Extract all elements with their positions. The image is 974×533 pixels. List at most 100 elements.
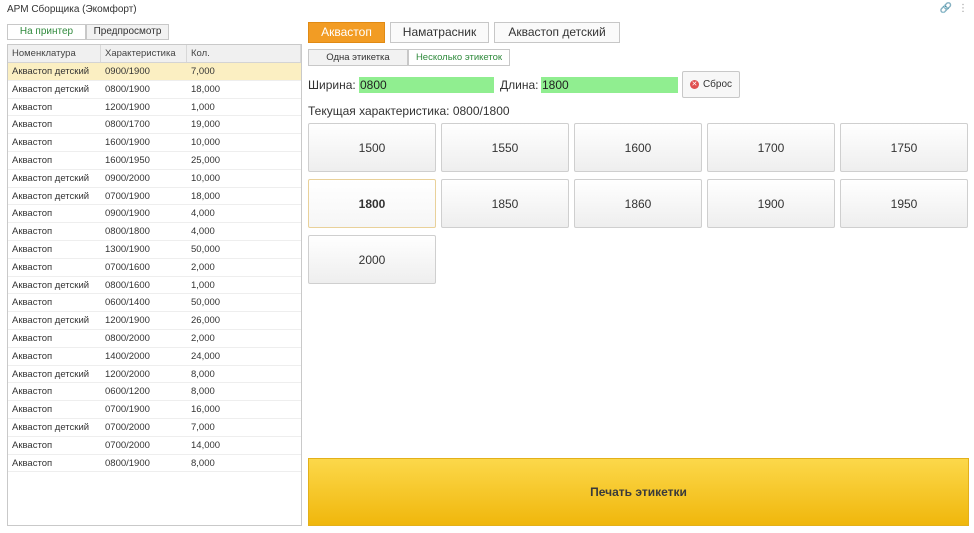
cell-quantity: 50,000 — [191, 297, 221, 309]
column-header-characteristic[interactable]: Характеристика — [101, 45, 187, 62]
table-row[interactable]: Аквастоп 1600/1900 10,000 — [8, 134, 301, 152]
tab-akvastop[interactable]: Аквастоп — [308, 22, 385, 43]
cell-characteristic: 0900/1900 — [105, 208, 150, 220]
size-button-1850[interactable]: 1850 — [441, 179, 569, 228]
close-circle-icon: ✕ — [689, 80, 699, 89]
cell-item: Аквастоп детский — [12, 279, 90, 291]
cell-item: Аквастоп — [12, 101, 53, 113]
cell-quantity: 2,000 — [191, 332, 215, 344]
cell-characteristic: 1200/1900 — [105, 315, 150, 327]
column-header-quantity[interactable]: Кол. — [187, 45, 301, 62]
print-label-button[interactable]: Печать этикетки — [308, 458, 969, 526]
size-button-1860[interactable]: 1860 — [574, 179, 702, 228]
cell-item: Аквастоп — [12, 332, 53, 344]
size-button-1900[interactable]: 1900 — [707, 179, 835, 228]
table-row[interactable]: Аквастоп 0900/1900 4,000 — [8, 205, 301, 224]
size-button-1600[interactable]: 1600 — [574, 123, 702, 172]
cell-characteristic: 0800/2000 — [105, 332, 150, 344]
table-row[interactable]: Аквастоп 0800/1900 8,000 — [8, 455, 301, 473]
size-button-2000[interactable]: 2000 — [308, 235, 436, 284]
cell-quantity: 26,000 — [191, 315, 221, 327]
cell-characteristic: 0700/1600 — [105, 261, 150, 273]
table-row[interactable]: Аквастоп 0700/2000 14,000 — [8, 437, 301, 455]
cell-quantity: 4,000 — [191, 226, 215, 238]
table-row[interactable]: Аквастоп детский 1200/1900 26,000 — [8, 312, 301, 330]
cell-item: Аквастоп детский — [12, 315, 90, 327]
cell-item: Аквастоп — [12, 208, 53, 220]
cell-item: Аквастоп — [12, 457, 53, 469]
cell-quantity: 25,000 — [191, 154, 221, 166]
cell-characteristic: 1600/1900 — [105, 137, 150, 149]
tab-namatrasnik[interactable]: Наматрасник — [390, 22, 489, 43]
cell-item: Аквастоп детский — [12, 190, 90, 202]
cell-item: Аквастоп — [12, 261, 53, 273]
length-field[interactable]: 1800 — [541, 77, 678, 93]
size-button-1750[interactable]: 1750 — [840, 123, 968, 172]
cell-item: Аквастоп — [12, 439, 53, 451]
table-header: Номенклатура Характеристика Кол. — [8, 45, 301, 63]
table-row[interactable]: Аквастоп 0800/1700 19,000 — [8, 116, 301, 135]
reset-label: Сброс — [702, 79, 733, 90]
cell-characteristic: 0700/2000 — [105, 439, 150, 451]
cell-characteristic: 0600/1200 — [105, 386, 150, 398]
single-label-button[interactable]: Одна этикетка — [308, 49, 408, 66]
size-button-1700[interactable]: 1700 — [707, 123, 835, 172]
link-icon[interactable]: 🔗 — [940, 3, 952, 14]
table-row[interactable]: Аквастоп 0800/2000 2,000 — [8, 330, 301, 348]
cell-item: Аквастоп — [12, 154, 53, 166]
more-icon[interactable]: ⋮ — [958, 3, 968, 14]
cell-characteristic: 0800/1900 — [105, 83, 150, 95]
table-row[interactable]: Аквастоп 0600/1400 50,000 — [8, 294, 301, 313]
cell-characteristic: 0800/1900 — [105, 457, 150, 469]
cell-characteristic: 1300/1900 — [105, 243, 150, 255]
cell-quantity: 8,000 — [191, 457, 215, 469]
table-row[interactable]: Аквастоп детский 0700/1900 18,000 — [8, 188, 301, 206]
current-characteristic: Текущая характеристика: 0800/1800 — [308, 104, 510, 118]
table-row[interactable]: Аквастоп детский 0800/1900 18,000 — [8, 81, 301, 99]
table-row[interactable]: Аквастоп 0600/1200 8,000 — [8, 383, 301, 402]
table-row[interactable]: Аквастоп 1400/2000 24,000 — [8, 348, 301, 366]
column-header-item[interactable]: Номенклатура — [8, 45, 101, 62]
size-button-1500[interactable]: 1500 — [308, 123, 436, 172]
cell-characteristic: 0700/1900 — [105, 190, 150, 202]
cell-item: Аквастоп — [12, 137, 53, 149]
cell-quantity: 16,000 — [191, 404, 221, 416]
table-row[interactable]: Аквастоп 0800/1800 4,000 — [8, 223, 301, 241]
cell-item: Аквастоп детский — [12, 421, 90, 433]
table-row[interactable]: Аквастоп 1600/1950 25,000 — [8, 152, 301, 170]
table-row[interactable]: Аквастоп детский 0900/2000 10,000 — [8, 170, 301, 188]
cell-characteristic: 1400/2000 — [105, 350, 150, 362]
table-row[interactable]: Аквастоп детский 0900/1900 7,000 — [8, 63, 301, 81]
preview-button[interactable]: Предпросмотр — [86, 24, 169, 40]
cell-quantity: 8,000 — [191, 386, 215, 398]
table-row[interactable]: Аквастоп 1300/1900 50,000 — [8, 241, 301, 259]
size-button-1950[interactable]: 1950 — [840, 179, 968, 228]
cell-characteristic: 0800/1600 — [105, 279, 150, 291]
window-title: АРМ Сборщика (Экомфорт) — [7, 4, 137, 15]
cell-item: Аквастоп — [12, 243, 53, 255]
table-row[interactable]: Аквастоп детский 0800/1600 1,000 — [8, 277, 301, 295]
to-printer-button[interactable]: На принтер — [7, 24, 86, 40]
cell-quantity: 14,000 — [191, 439, 221, 451]
tab-akvastop-kids[interactable]: Аквастоп детский — [494, 22, 620, 43]
cell-characteristic: 0600/1400 — [105, 297, 150, 309]
multiple-labels-button[interactable]: Несколько этикеток — [408, 49, 510, 66]
cell-characteristic: 1200/1900 — [105, 101, 150, 113]
size-button-1550[interactable]: 1550 — [441, 123, 569, 172]
table-row[interactable]: Аквастоп 0700/1900 16,000 — [8, 401, 301, 419]
table-row[interactable]: Аквастоп 0700/1600 2,000 — [8, 259, 301, 277]
cell-characteristic: 1600/1950 — [105, 154, 150, 166]
table-row[interactable]: Аквастоп детский 1200/2000 8,000 — [8, 366, 301, 384]
table-row[interactable]: Аквастоп детский 0700/2000 7,000 — [8, 419, 301, 437]
cell-quantity: 10,000 — [191, 172, 221, 184]
cell-item: Аквастоп детский — [12, 66, 90, 77]
cell-characteristic: 1200/2000 — [105, 368, 150, 380]
cell-item: Аквастоп — [12, 119, 53, 131]
width-field[interactable]: 0800 — [359, 77, 494, 93]
reset-button[interactable]: ✕ Сброс — [682, 71, 740, 98]
size-button-1800[interactable]: 1800 — [308, 179, 436, 228]
cell-quantity: 19,000 — [191, 119, 221, 131]
cell-quantity: 24,000 — [191, 350, 221, 362]
table-row[interactable]: Аквастоп 1200/1900 1,000 — [8, 99, 301, 117]
cell-quantity: 50,000 — [191, 243, 221, 255]
